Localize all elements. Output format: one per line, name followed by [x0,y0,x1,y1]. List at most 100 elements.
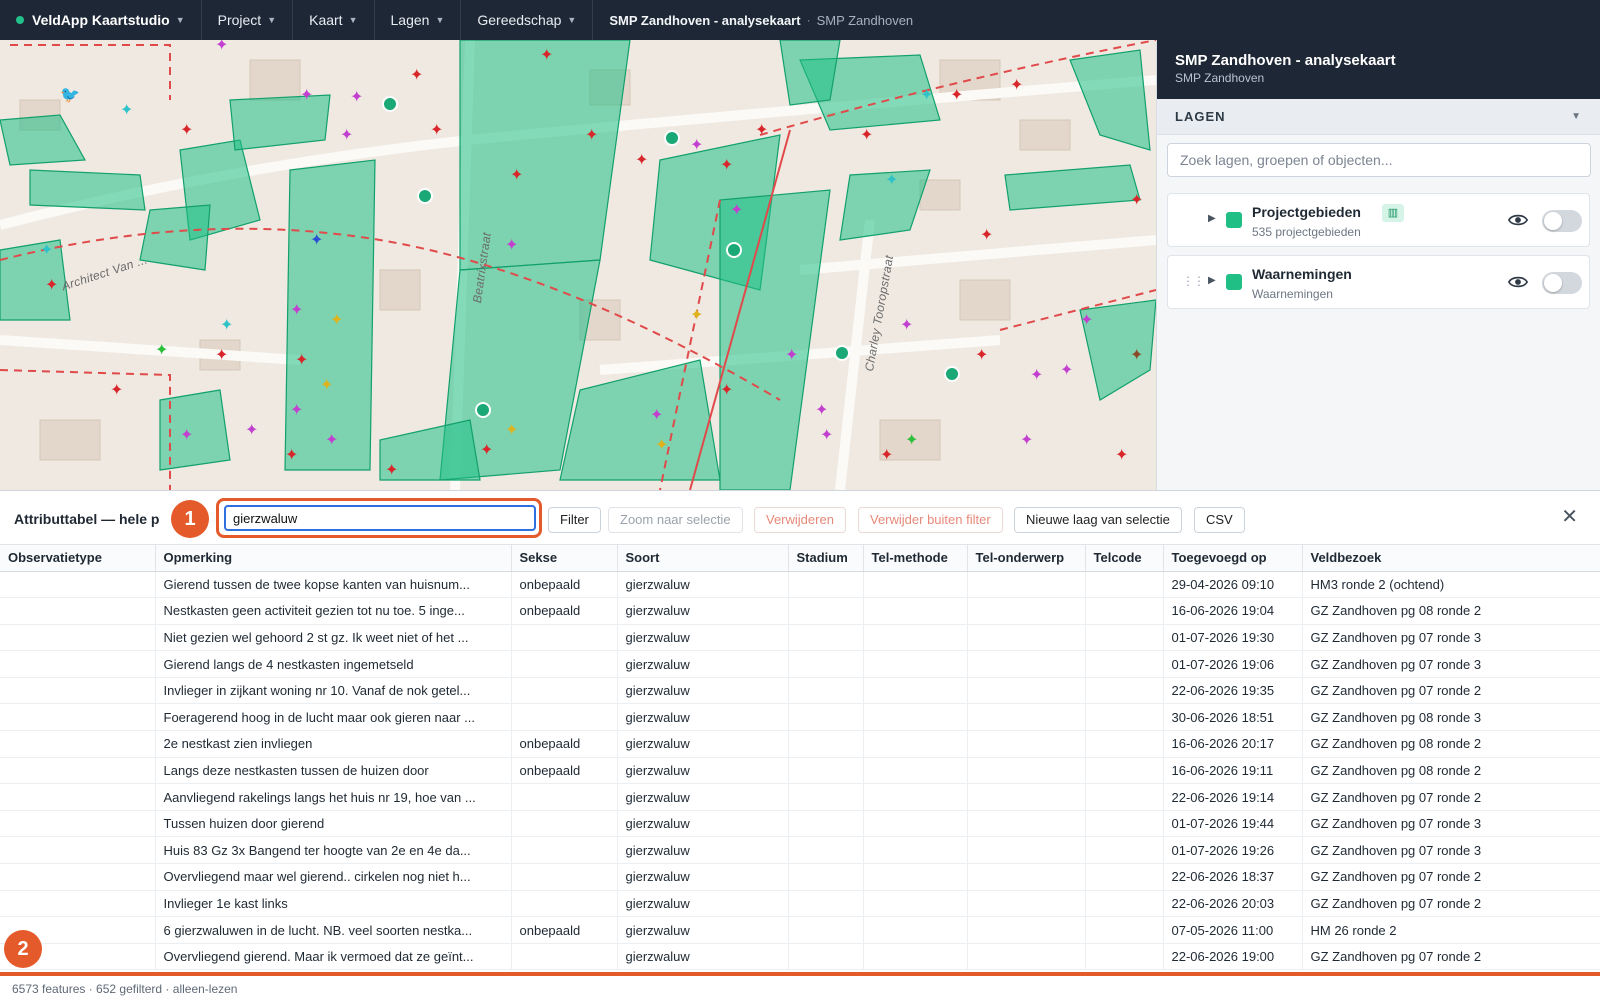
table-cell [0,571,156,599]
table-header-row: Observatietype Opmerking Sekse Soort Sta… [0,545,1600,572]
table-row[interactable]: Niet gezien wel gehoord 2 st gz. Ik weet… [0,624,1600,652]
expand-icon[interactable]: ▶ [1208,275,1216,286]
chevron-down-icon: ▼ [348,15,358,25]
table-cell [863,890,968,918]
table-row[interactable]: Foeragerend hoog in de lucht maar ook gi… [0,703,1600,732]
layer-item-projectgebieden[interactable]: ▶ Projectgebieden ▥ 535 projectgebieden [1167,193,1590,247]
annotation-highlight-status [0,972,1600,976]
csv-export-button[interactable]: CSV [1194,507,1245,533]
table-row[interactable]: Gierend tussen de twee kopse kanten van … [0,571,1600,599]
table-row[interactable]: Langs deze nestkasten tussen de huizen d… [0,757,1600,785]
svg-text:✦: ✦ [975,345,988,364]
table-cell [511,677,618,705]
table-cell: onbepaald [511,730,618,758]
collapse-icon[interactable]: ▼ [1571,111,1582,122]
table-cell: gierzwaluw [617,916,789,944]
svg-text:✦: ✦ [1010,75,1023,94]
delete-button[interactable]: Verwijderen [754,507,846,533]
map-icon: ▥ [1382,204,1404,222]
eye-icon[interactable] [1508,272,1528,292]
menu-kaart[interactable]: Kaart ▼ [293,0,375,40]
table-cell: Foeragerend hoog in de lucht maar ook gi… [155,703,512,732]
table-cell [967,703,1086,732]
svg-text:✦: ✦ [310,230,323,249]
annotation-badge-1: 1 [171,500,209,538]
panel-header: SMP Zandhoven - analysekaart SMP Zandhov… [1157,40,1600,99]
table-cell [967,730,1086,758]
table-cell [863,916,968,944]
svg-text:✦: ✦ [755,120,768,139]
eye-icon[interactable] [1508,210,1528,230]
svg-text:✦: ✦ [340,125,353,144]
delete-outside-filter-button[interactable]: Verwijder buiten filter [858,507,1003,533]
svg-text:✦: ✦ [585,125,598,144]
table-row[interactable]: Overvliegend gierend. Maar ik vermoed da… [0,943,1600,971]
column-header[interactable]: Soort [617,545,789,572]
table-cell [511,624,618,652]
layer-visibility-toggle[interactable] [1542,210,1582,232]
table-cell: 22-06-2026 18:37 [1163,863,1303,891]
new-layer-from-selection-button[interactable]: Nieuwe laag van selectie [1014,507,1182,533]
table-cell: 16-06-2026 20:17 [1163,730,1303,758]
app-brand-menu[interactable]: VeldApp Kaartstudio ▼ [0,0,202,40]
map-layers: 🐦 ✦ ✦ ✦ ✦ ✦ ✦ ✦ ✦ ✦ ✦ ✦ ✦ ✦ ✦ ✦ ✦ ✦ ✦ ✦ … [0,40,1156,490]
table-cell: onbepaald [511,757,618,785]
table-row[interactable]: Aanvliegend rakelings langs het huis nr … [0,783,1600,811]
table-cell: Huis 83 Gz 3x Bangend ter hoogte van 2e … [155,836,512,865]
layer-item-waarnemingen[interactable]: ⋮⋮ ▶ Waarnemingen Waarnemingen [1167,255,1590,309]
table-row[interactable]: Gierend langs de 4 nestkasten ingemetsel… [0,650,1600,678]
table-row[interactable]: Invlieger in zijkant woning nr 10. Vanaf… [0,677,1600,705]
table-cell: GZ Zandhoven pg 08 ronde 2 [1302,597,1600,625]
table-cell [967,890,1086,918]
layer-visibility-toggle[interactable] [1542,272,1582,294]
table-row[interactable]: Overvliegend maar wel gierend.. cirkelen… [0,863,1600,891]
close-icon[interactable]: ✕ [1561,507,1578,527]
table-row[interactable]: Nestkasten geen activiteit gezien tot nu… [0,597,1600,625]
column-header[interactable]: Tel-onderwerp [967,545,1086,572]
svg-text:✦: ✦ [690,305,703,324]
table-cell [1085,650,1164,678]
table-row[interactable]: Huis 83 Gz 3x Bangend ter hoogte van 2e … [0,836,1600,865]
breadcrumb-subtitle: SMP Zandhoven [816,12,914,28]
table-cell [788,916,864,944]
table-cell [0,677,156,705]
column-header[interactable]: Tel-methode [863,545,968,572]
table-cell [967,597,1086,625]
svg-text:✦: ✦ [290,400,303,419]
table-cell [788,836,864,865]
table-cell [788,624,864,652]
filter-button[interactable]: Filter [548,507,601,533]
table-row[interactable]: 6 gierzwaluwen in de lucht. NB. veel soo… [0,916,1600,944]
layer-name: Projectgebieden [1252,204,1361,220]
table-cell: HM3 ronde 2 (ochtend) [1302,571,1600,599]
table-cell: Aanvliegend rakelings langs het huis nr … [155,783,512,811]
column-header[interactable]: Toegevoegd op [1163,545,1303,572]
zoom-to-selection-button[interactable]: Zoom naar selectie [608,507,743,533]
layers-section-header[interactable]: LAGEN ▼ [1157,99,1600,135]
column-header[interactable]: Telcode [1085,545,1164,572]
table-row[interactable]: Tussen huizen door gierend gierzwaluw 01-0… [0,810,1600,838]
filter-input[interactable] [224,505,536,531]
svg-text:✦: ✦ [690,135,703,154]
column-header[interactable]: Veldbezoek [1302,545,1600,572]
column-header[interactable]: Observatietype [0,545,156,572]
svg-text:✦: ✦ [295,350,308,369]
column-header[interactable]: Sekse [511,545,618,572]
expand-icon[interactable]: ▶ [1208,213,1216,224]
map-canvas[interactable]: 🐦 ✦ ✦ ✦ ✦ ✦ ✦ ✦ ✦ ✦ ✦ ✦ ✦ ✦ ✦ ✦ ✦ ✦ ✦ ✦ … [0,40,1156,490]
table-row[interactable]: 2e nestkast zien invliegen onbepaald gierz… [0,730,1600,758]
table-cell: gierzwaluw [617,783,789,811]
menu-project[interactable]: Project ▼ [202,0,294,40]
table-cell [0,836,156,865]
table-row[interactable]: Invlieger 1e kast links gierzwaluw 22-06-2… [0,890,1600,918]
table-cell [1085,783,1164,811]
column-header[interactable]: Stadium [788,545,864,572]
table-cell: onbepaald [511,597,618,625]
menu-gereedschap[interactable]: Gereedschap ▼ [461,0,594,40]
table-cell: 01-07-2026 19:06 [1163,650,1303,678]
table-cell: gierzwaluw [617,730,789,758]
menu-lagen[interactable]: Lagen ▼ [375,0,462,40]
column-header[interactable]: Opmerking [155,545,512,572]
drag-handle-icon[interactable]: ⋮⋮ [1182,274,1205,288]
layer-search-input[interactable] [1167,143,1591,177]
